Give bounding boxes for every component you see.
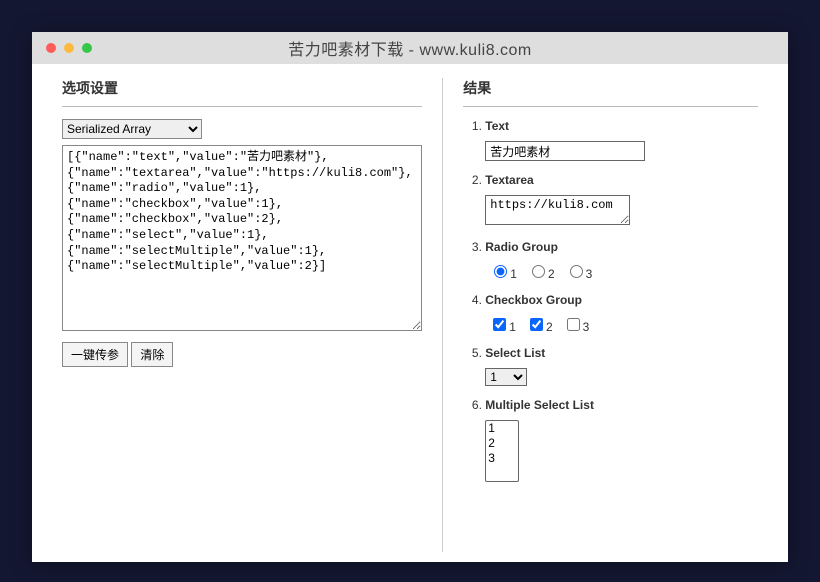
- result-textarea-label: Textarea: [485, 173, 758, 187]
- checkbox-label: 1: [509, 320, 516, 334]
- multiselect-option[interactable]: 1: [486, 421, 518, 436]
- options-heading: 选项设置: [62, 78, 422, 107]
- minimize-icon[interactable]: [64, 43, 74, 53]
- radio-input[interactable]: [532, 265, 545, 278]
- checkbox-group: 1 2 3: [485, 315, 758, 334]
- textarea-input[interactable]: https://kuli8.com: [485, 195, 630, 225]
- multiselect-input[interactable]: 123: [485, 420, 519, 482]
- multiselect-option-blank: [486, 466, 518, 480]
- titlebar: 苦力吧素材下载 - www.kuli8.com: [32, 32, 788, 64]
- result-select: Select List 1: [485, 346, 758, 386]
- multiselect-option[interactable]: 3: [486, 451, 518, 466]
- close-icon[interactable]: [46, 43, 56, 53]
- checkbox-input[interactable]: [493, 318, 506, 331]
- checkbox-input[interactable]: [530, 318, 543, 331]
- format-select[interactable]: Serialized Array: [62, 119, 202, 139]
- maximize-icon[interactable]: [82, 43, 92, 53]
- submit-button[interactable]: 一键传参: [62, 342, 128, 367]
- multiselect-option[interactable]: 2: [486, 436, 518, 451]
- result-textarea: Textarea https://kuli8.com: [485, 173, 758, 228]
- text-input[interactable]: [485, 141, 645, 161]
- radio-input[interactable]: [570, 265, 583, 278]
- result-text-label: Text: [485, 119, 758, 133]
- radio-group: 1 2 3: [485, 262, 758, 281]
- result-text: Text: [485, 119, 758, 161]
- window-title: 苦力吧素材下载 - www.kuli8.com: [32, 36, 788, 60]
- checkbox-option[interactable]: 2: [526, 315, 553, 334]
- radio-option[interactable]: 3: [565, 262, 593, 281]
- checkbox-label: 2: [546, 320, 553, 334]
- radio-label: 3: [586, 267, 593, 281]
- results-list: Text Textarea https://kuli8.com Radio Gr…: [463, 119, 758, 482]
- result-checkbox-label: Checkbox Group: [485, 293, 758, 307]
- checkbox-input[interactable]: [567, 318, 580, 331]
- checkbox-label: 3: [583, 320, 590, 334]
- window-controls: [46, 43, 92, 53]
- result-multiselect-label: Multiple Select List: [485, 398, 758, 412]
- radio-input[interactable]: [494, 265, 507, 278]
- source-textarea[interactable]: [{"name":"text","value":"苦力吧素材"}, {"name…: [62, 145, 422, 331]
- radio-label: 2: [548, 267, 555, 281]
- result-radio: Radio Group 1 2 3: [485, 240, 758, 281]
- checkbox-option[interactable]: 1: [489, 315, 516, 334]
- result-multiselect: Multiple Select List 123: [485, 398, 758, 482]
- radio-option[interactable]: 2: [527, 262, 555, 281]
- radio-option[interactable]: 1: [489, 262, 517, 281]
- app-window: 苦力吧素材下载 - www.kuli8.com 选项设置 Serialized …: [32, 32, 788, 562]
- results-heading: 结果: [463, 78, 758, 107]
- content: 选项设置 Serialized Array [{"name":"text","v…: [32, 64, 788, 562]
- select-input[interactable]: 1: [485, 368, 527, 386]
- panel-options: 选项设置 Serialized Array [{"name":"text","v…: [62, 78, 442, 552]
- result-checkbox: Checkbox Group 1 2 3: [485, 293, 758, 334]
- panel-results: 结果 Text Textarea https://kuli8.com Radio…: [442, 78, 758, 552]
- result-radio-label: Radio Group: [485, 240, 758, 254]
- button-row: 一键传参 清除: [62, 342, 422, 367]
- clear-button[interactable]: 清除: [131, 342, 173, 367]
- result-select-label: Select List: [485, 346, 758, 360]
- radio-label: 1: [510, 267, 517, 281]
- checkbox-option[interactable]: 3: [563, 315, 590, 334]
